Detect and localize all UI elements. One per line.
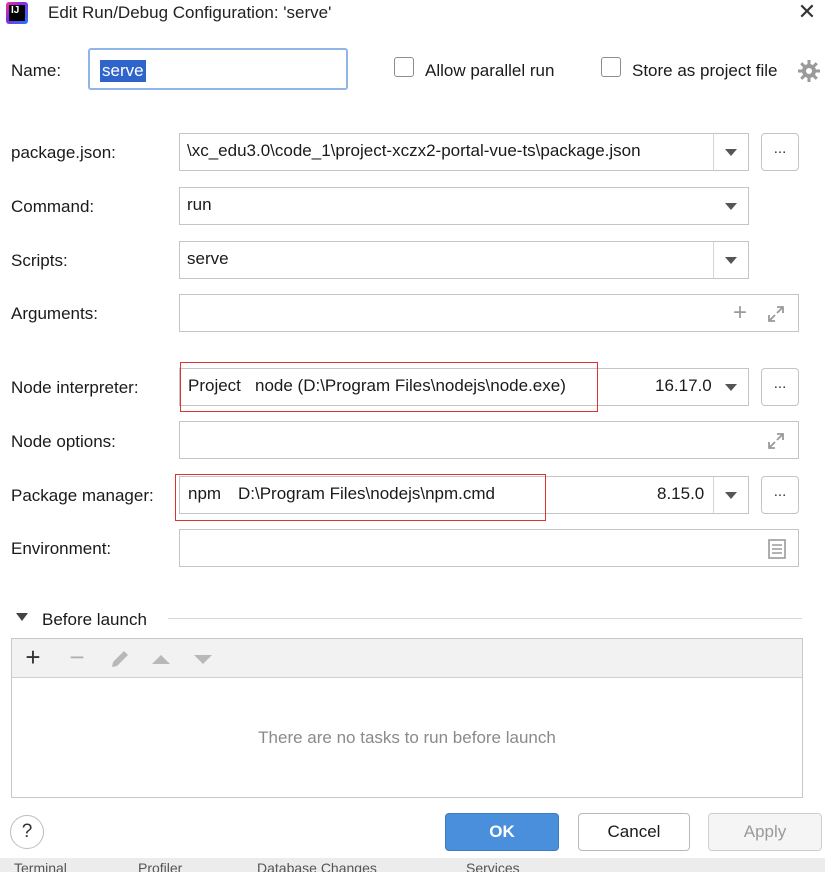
bottom-tab-terminal[interactable]: Terminal (14, 860, 67, 872)
bottom-tab-services[interactable]: Services (466, 860, 520, 872)
before-launch-title[interactable]: Before launch (42, 610, 147, 630)
command-dropdown[interactable] (714, 188, 748, 224)
highlight-box-package-manager (175, 474, 546, 521)
move-up-icon[interactable] (152, 655, 170, 664)
before-launch-panel: + − There are no tasks to run before lau… (11, 638, 803, 798)
store-as-project-file-label[interactable]: Store as project file (632, 61, 778, 81)
title-bar: IJ Edit Run/Debug Configuration: 'serve'… (0, 0, 825, 30)
chevron-down-icon (725, 257, 737, 264)
plus-icon[interactable]: + (733, 301, 747, 325)
allow-parallel-run-label[interactable]: Allow parallel run (425, 61, 554, 81)
expand-icon[interactable] (767, 305, 785, 323)
bottom-tab-database-changes[interactable]: Database Changes (257, 860, 377, 872)
node-interpreter-dropdown[interactable] (714, 369, 748, 405)
name-input[interactable]: serve (88, 48, 348, 90)
scripts-combo[interactable]: serve (179, 241, 749, 279)
node-options-input[interactable] (179, 421, 799, 459)
window-title: Edit Run/Debug Configuration: 'serve' (48, 3, 332, 22)
environment-label: Environment: (11, 539, 112, 558)
bottom-tab-profiler[interactable]: Profiler (138, 860, 182, 872)
arguments-input[interactable]: + (179, 294, 799, 332)
node-options-label: Node options: (11, 432, 116, 451)
before-launch-empty-text: There are no tasks to run before launch (258, 728, 556, 747)
arguments-label: Arguments: (11, 304, 98, 323)
node-interpreter-version: 16.17.0 (655, 376, 712, 395)
package-manager-version: 8.15.0 (657, 484, 705, 503)
highlight-box-node-interpreter (180, 362, 598, 412)
ok-button[interactable]: OK (445, 813, 559, 851)
apply-button[interactable]: Apply (708, 813, 822, 851)
node-interpreter-label: Node interpreter: (11, 378, 139, 397)
intellij-app-icon: IJ (6, 2, 28, 24)
environment-input[interactable] (179, 529, 799, 567)
edit-pencil-icon[interactable] (109, 648, 131, 670)
command-label: Command: (11, 197, 95, 216)
package-json-label: package.json: (11, 143, 116, 162)
package-manager-label: Package manager: (11, 486, 154, 505)
package-json-browse-button[interactable]: ... (761, 133, 799, 171)
move-down-icon[interactable] (194, 655, 212, 664)
help-button[interactable]: ? (10, 815, 44, 849)
remove-icon[interactable]: − (66, 644, 88, 670)
package-json-dropdown[interactable] (713, 134, 748, 170)
chevron-down-icon (725, 384, 737, 391)
scripts-dropdown[interactable] (713, 242, 748, 278)
package-json-combo[interactable]: \xc_edu3.0\code_1\project-xczx2-portal-v… (179, 133, 749, 171)
scripts-value: serve (187, 249, 229, 268)
scripts-label: Scripts: (11, 251, 68, 270)
store-as-project-file-checkbox[interactable] (601, 57, 621, 77)
allow-parallel-run-checkbox[interactable] (394, 57, 414, 77)
chevron-down-icon (725, 492, 737, 499)
package-manager-browse-button[interactable]: ... (761, 476, 799, 514)
chevron-down-icon (725, 149, 737, 156)
name-label: Name: (11, 61, 62, 80)
chevron-down-icon (725, 203, 737, 210)
command-combo[interactable]: run (179, 187, 749, 225)
package-json-value: \xc_edu3.0\code_1\project-xczx2-portal-v… (187, 141, 641, 160)
before-launch-toolbar: + − (12, 639, 802, 678)
document-list-icon[interactable] (768, 539, 786, 559)
add-icon[interactable]: + (22, 644, 44, 670)
cancel-button[interactable]: Cancel (578, 813, 690, 851)
ide-bottom-tool-strip: Terminal Profiler Database Changes Servi… (0, 858, 825, 872)
expand-icon[interactable] (767, 432, 785, 450)
node-interpreter-browse-button[interactable]: ... (761, 368, 799, 406)
separator (168, 618, 802, 619)
collapse-toggle-icon[interactable] (16, 613, 28, 621)
gear-icon[interactable] (797, 59, 821, 83)
close-icon[interactable]: ✕ (796, 1, 818, 24)
package-manager-dropdown[interactable] (713, 477, 748, 513)
command-value: run (187, 195, 212, 214)
name-input-value: serve (100, 60, 146, 82)
